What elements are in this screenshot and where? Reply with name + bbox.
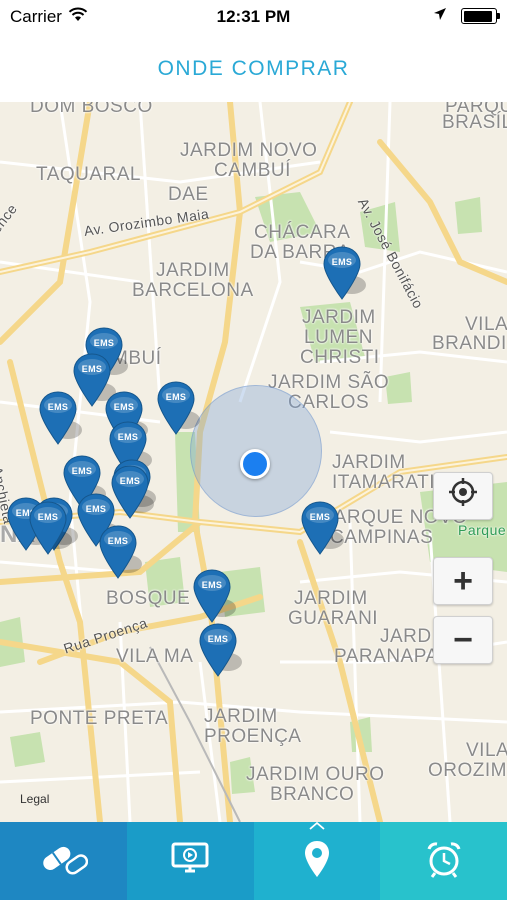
map-label: JARDIM — [204, 706, 278, 727]
map-label: OROZIM — [428, 760, 507, 781]
pin-label: EMS — [47, 402, 69, 412]
map-label: CAMPINAS — [330, 527, 434, 548]
map-label: VILA — [466, 740, 507, 761]
map-label: PROENÇA — [204, 726, 302, 747]
map-view[interactable]: DOM BOSCO PARQUE BRASÍL JARDIM NOVO CAMB… — [0, 102, 507, 822]
pin-marker-icon — [99, 525, 142, 579]
map-label: PARANAPA — [334, 646, 439, 667]
tab-bar — [0, 821, 507, 900]
park-label: Parque Emílio — [458, 522, 507, 538]
zoom-in-button[interactable]: + — [433, 557, 493, 605]
map-label: JARDIM — [332, 452, 406, 473]
map-label: BRANCO — [270, 784, 355, 805]
store-pin[interactable]: EMS — [156, 380, 200, 436]
pin-label: EMS — [201, 580, 223, 590]
pin-marker-icon — [29, 501, 72, 555]
pin-label: EMS — [119, 476, 141, 486]
page-title: ONDE COMPRAR — [157, 57, 350, 80]
tab-videos[interactable] — [126, 822, 254, 900]
map-label: JARDIM SÃO — [268, 372, 390, 393]
map-label: JARDIM NOVO — [180, 140, 318, 161]
store-pin[interactable]: EMS — [300, 500, 344, 556]
location-arrow-icon — [433, 6, 447, 26]
store-pin[interactable]: EMS — [110, 464, 154, 520]
map-label: TAQUARAL — [36, 164, 142, 185]
pin-marker-icon — [39, 391, 82, 445]
map-pin-icon — [303, 839, 331, 884]
map-label: BARCELONA — [132, 280, 254, 301]
pin-marker-icon — [323, 246, 366, 300]
pin-label: EMS — [81, 364, 103, 374]
pin-marker-icon — [193, 569, 236, 623]
map-label: VILA MA — [116, 646, 194, 667]
pin-label: EMS — [71, 466, 93, 476]
map-label: JARDIM — [302, 307, 376, 328]
status-time: 12:31 PM — [216, 7, 291, 26]
map-label: BRANDI — [432, 333, 507, 354]
pills-icon — [38, 839, 89, 884]
pin-label: EMS — [37, 512, 59, 522]
pin-label: EMS — [207, 634, 229, 644]
store-pin[interactable]: EMS — [192, 568, 236, 624]
pin-marker-icon — [111, 465, 154, 519]
pin-label: EMS — [309, 512, 331, 522]
map-label: CHRISTI — [300, 347, 380, 368]
status-bar: Carrier 12:31 PM — [0, 0, 507, 36]
pin-marker-icon — [301, 501, 344, 555]
store-pin[interactable]: EMS — [198, 622, 242, 678]
pin-marker-icon — [157, 381, 200, 435]
map-label: BRASÍL — [442, 112, 507, 133]
pin-marker-icon — [199, 623, 242, 677]
pin-label: EMS — [331, 257, 353, 267]
pin-label: EMS — [93, 338, 115, 348]
map-label: JARDIM — [156, 260, 230, 281]
store-pin[interactable]: EMS — [98, 524, 142, 580]
pin-label: EMS — [165, 392, 187, 402]
pin-label: EMS — [117, 432, 139, 442]
map-label: JARDIM OURO — [246, 764, 385, 785]
legal-link[interactable]: Legal — [20, 792, 49, 806]
map-label: JARDIM — [294, 588, 368, 609]
store-pin[interactable]: EMS — [28, 500, 72, 556]
pin-label: EMS — [107, 536, 129, 546]
tab-where-to-buy[interactable] — [253, 821, 381, 900]
map-label: DOM BOSCO — [30, 102, 153, 117]
user-location-dot — [240, 449, 270, 479]
map-label: ITAMARATI — [332, 472, 436, 493]
tab-medicines[interactable] — [0, 822, 127, 900]
alarm-clock-icon — [424, 839, 464, 884]
locate-me-button[interactable] — [433, 472, 493, 520]
crosshair-icon — [448, 477, 478, 516]
map-label: PONTE PRETA — [30, 708, 169, 729]
map-label: BOSQUE — [106, 588, 191, 609]
map-label: CAMBUÍ — [214, 160, 291, 181]
chevron-up-icon — [308, 818, 326, 834]
map-label: JARD — [380, 626, 432, 647]
store-pin[interactable]: EMS — [322, 245, 366, 301]
zoom-out-button[interactable]: − — [433, 616, 493, 664]
nav-header: ONDE COMPRAR — [0, 36, 507, 103]
map-label: GUARANI — [288, 608, 379, 629]
tab-reminders[interactable] — [380, 822, 507, 900]
pin-label: EMS — [113, 402, 135, 412]
store-pin[interactable]: EMS — [38, 390, 82, 446]
battery-icon — [461, 8, 500, 24]
monitor-play-icon — [170, 841, 210, 882]
map-label: CHÁCARA — [254, 222, 351, 243]
map-label: LUMEN — [304, 327, 374, 348]
